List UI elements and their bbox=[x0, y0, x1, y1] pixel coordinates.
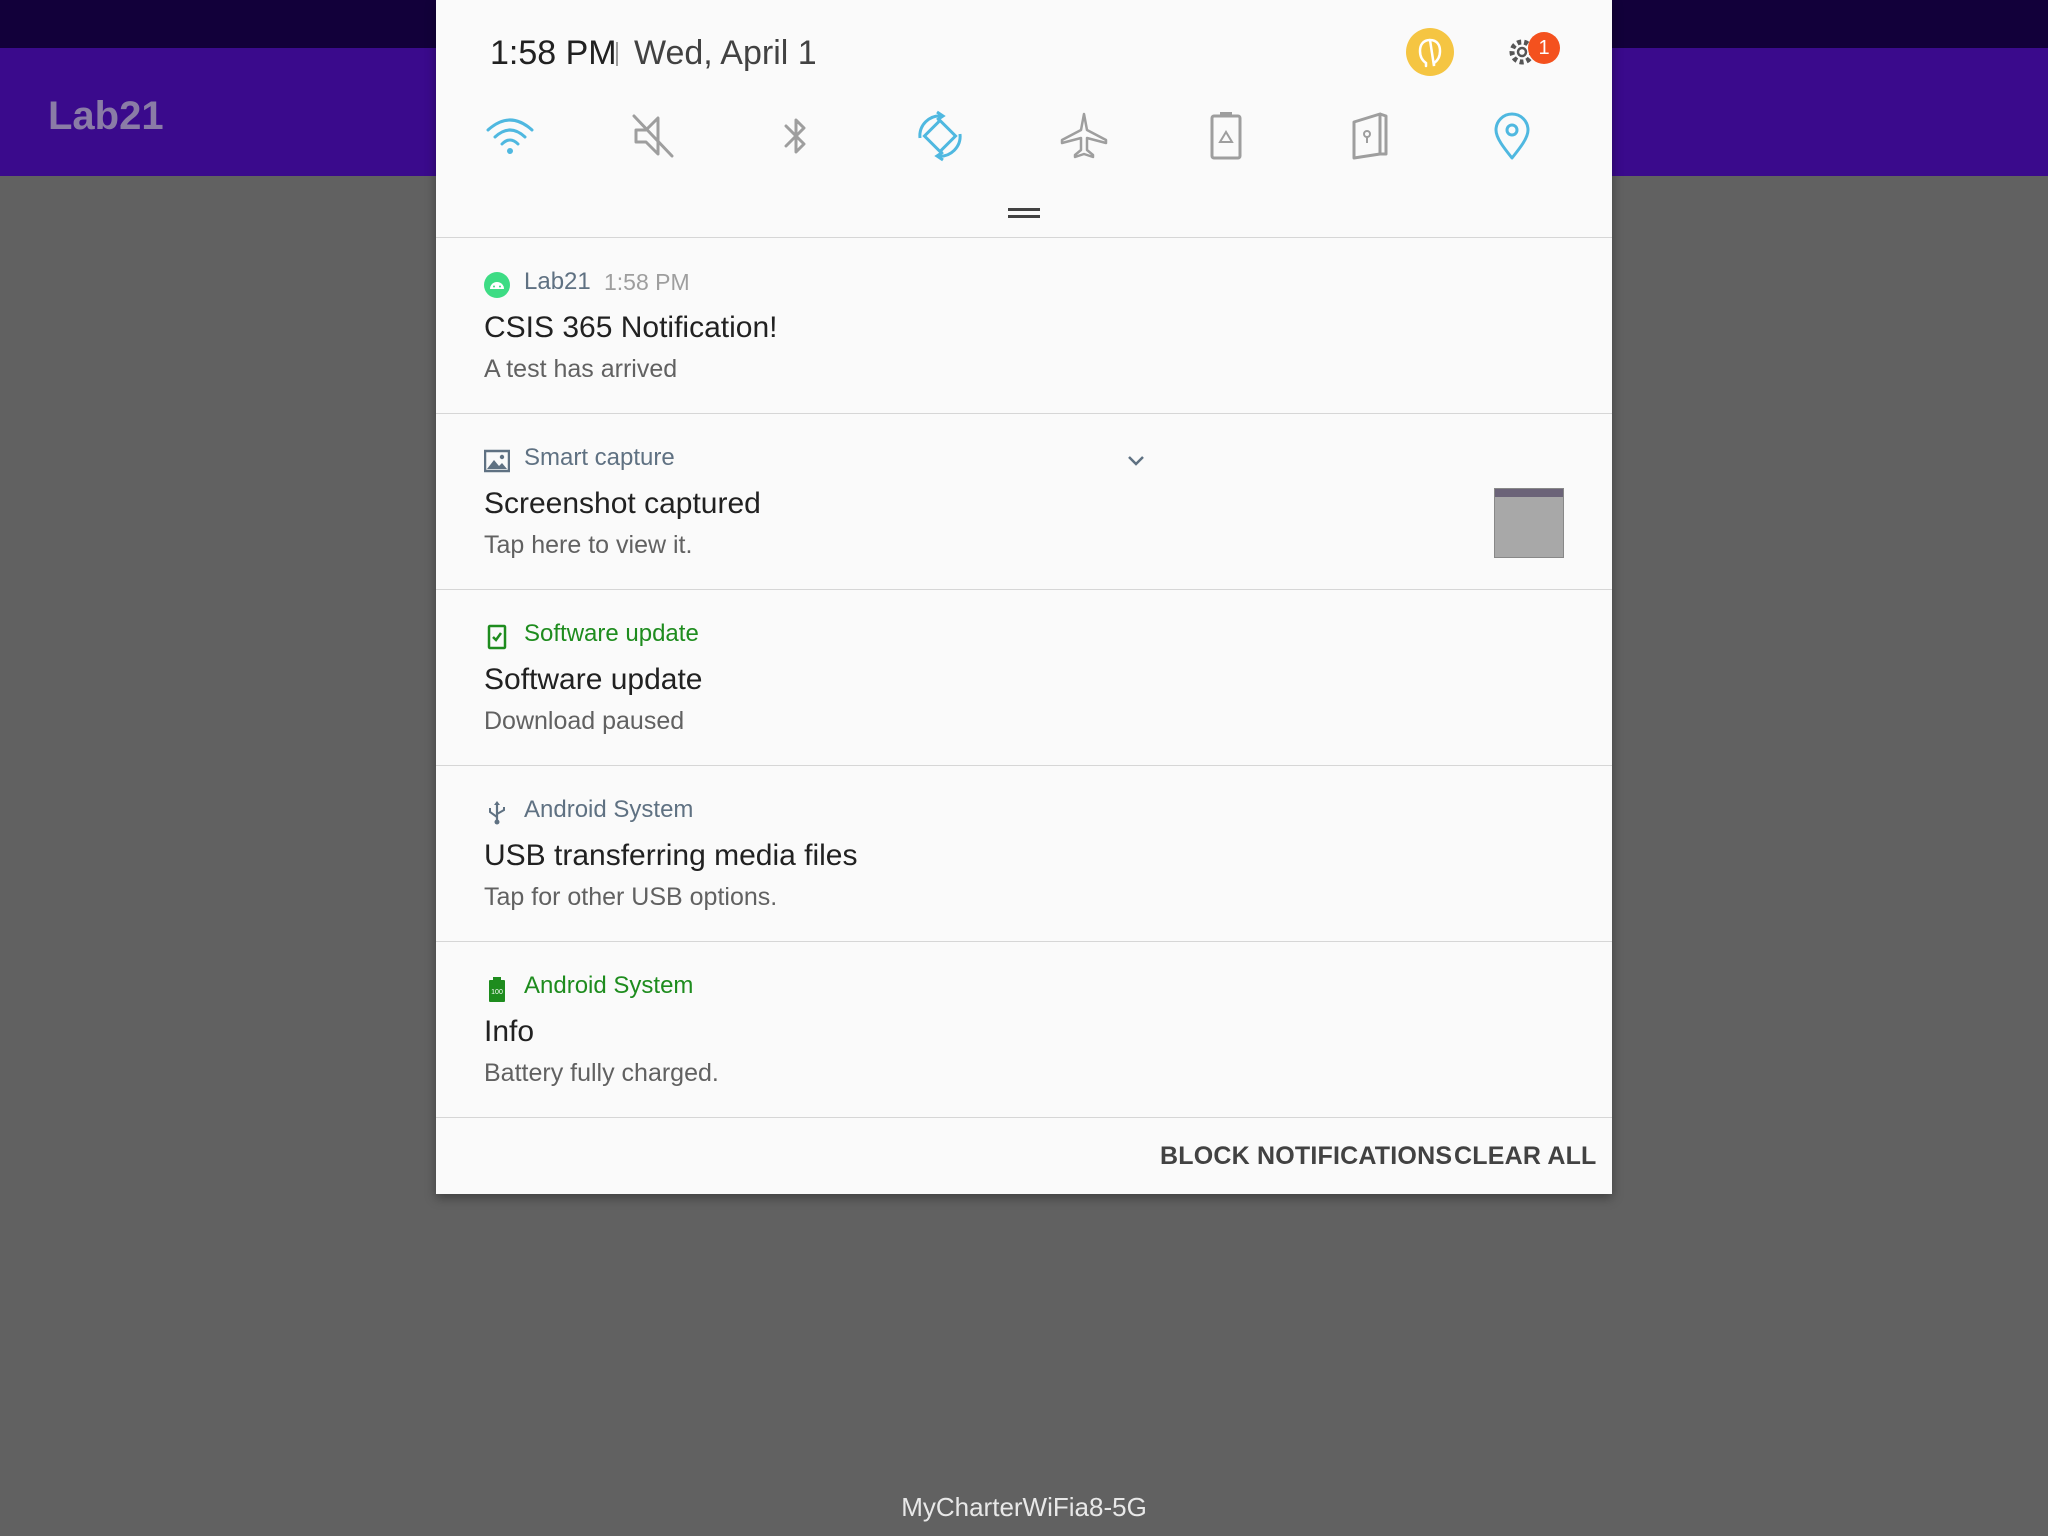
notification-app-name: Lab21 bbox=[524, 268, 591, 295]
screenshot-thumbnail[interactable] bbox=[1494, 488, 1564, 558]
panel-drag-handle[interactable] bbox=[1008, 208, 1040, 220]
airplane-mode-icon bbox=[1060, 112, 1108, 159]
software-update-icon bbox=[487, 624, 507, 650]
quick-settings-header: 1:58 PM Wed, April 1 1 bbox=[436, 0, 1612, 238]
notification-time: 1:58 PM bbox=[604, 269, 690, 295]
notification-card-lab21[interactable]: Lab21 1:58 PM CSIS 365 Notification! A t… bbox=[436, 238, 1612, 414]
notification-text: A test has arrived bbox=[484, 355, 678, 383]
notification-actions: BLOCK NOTIFICATIONS CLEAR ALL bbox=[436, 1118, 1612, 1194]
auto-rotate-icon bbox=[918, 110, 962, 162]
location-toggle[interactable] bbox=[1484, 108, 1540, 164]
sound-toggle[interactable] bbox=[626, 108, 682, 164]
notification-text: Tap here to view it. bbox=[484, 531, 693, 559]
network-name: MyCharterWiFia8-5G bbox=[901, 1492, 1147, 1522]
chevron-down-icon[interactable] bbox=[1124, 448, 1148, 472]
notification-title: Screenshot captured bbox=[484, 487, 761, 520]
notification-app-name: Smart capture bbox=[524, 444, 675, 471]
battery-level-label: 100 bbox=[491, 989, 503, 996]
wifi-toggle[interactable] bbox=[482, 108, 538, 164]
notification-text: Download paused bbox=[484, 707, 685, 735]
clock-divider bbox=[616, 42, 618, 66]
bluetooth-icon bbox=[784, 118, 806, 154]
location-icon bbox=[1494, 112, 1530, 160]
mute-icon bbox=[632, 114, 674, 158]
wifi-icon bbox=[486, 118, 534, 154]
clock: 1:58 PM bbox=[490, 34, 617, 72]
secure-folder-toggle[interactable] bbox=[1342, 108, 1398, 164]
notification-card-smart-capture[interactable]: Smart capture Screenshot captured Tap he… bbox=[436, 414, 1612, 590]
date[interactable]: Wed, April 1 bbox=[634, 32, 817, 74]
auto-rotate-toggle[interactable] bbox=[912, 108, 968, 164]
notification-card-battery[interactable]: 100 Android System Info Battery fully ch… bbox=[436, 942, 1612, 1118]
notification-app-name: Software update bbox=[524, 620, 699, 647]
secure-folder-icon bbox=[1352, 112, 1388, 160]
notification-title: Info bbox=[484, 1015, 535, 1048]
notification-text: Battery fully charged. bbox=[484, 1059, 719, 1087]
block-notifications-button[interactable]: BLOCK NOTIFICATIONS bbox=[1160, 1138, 1452, 1174]
android-icon bbox=[484, 272, 510, 298]
usb-icon bbox=[489, 801, 505, 825]
notification-app-name: Android System bbox=[524, 972, 694, 999]
user-avatar-icon[interactable] bbox=[1406, 28, 1454, 76]
image-icon bbox=[484, 449, 510, 473]
notification-text: Tap for other USB options. bbox=[484, 883, 778, 911]
notification-app-name: Android System bbox=[524, 796, 694, 823]
clear-all-button[interactable]: CLEAR ALL bbox=[1454, 1138, 1597, 1174]
airplane-mode-toggle[interactable] bbox=[1056, 108, 1112, 164]
power-saving-icon bbox=[1210, 112, 1242, 160]
quick-settings-row bbox=[482, 108, 1572, 164]
notification-panel: 1:58 PM Wed, April 1 1 Lab21 1:58 PM CSI… bbox=[436, 0, 1612, 1194]
notification-card-software-update[interactable]: Software update Software update Download… bbox=[436, 590, 1612, 766]
battery-full-icon: 100 bbox=[489, 977, 505, 1002]
notification-title: CSIS 365 Notification! bbox=[484, 311, 778, 344]
settings-update-badge: 1 bbox=[1528, 32, 1560, 64]
app-title: Lab21 bbox=[48, 94, 164, 138]
notification-title: USB transferring media files bbox=[484, 839, 858, 872]
notification-title: Software update bbox=[484, 663, 703, 696]
bluetooth-toggle[interactable] bbox=[768, 108, 824, 164]
power-saving-toggle[interactable] bbox=[1198, 108, 1254, 164]
notification-card-usb[interactable]: Android System USB transferring media fi… bbox=[436, 766, 1612, 942]
